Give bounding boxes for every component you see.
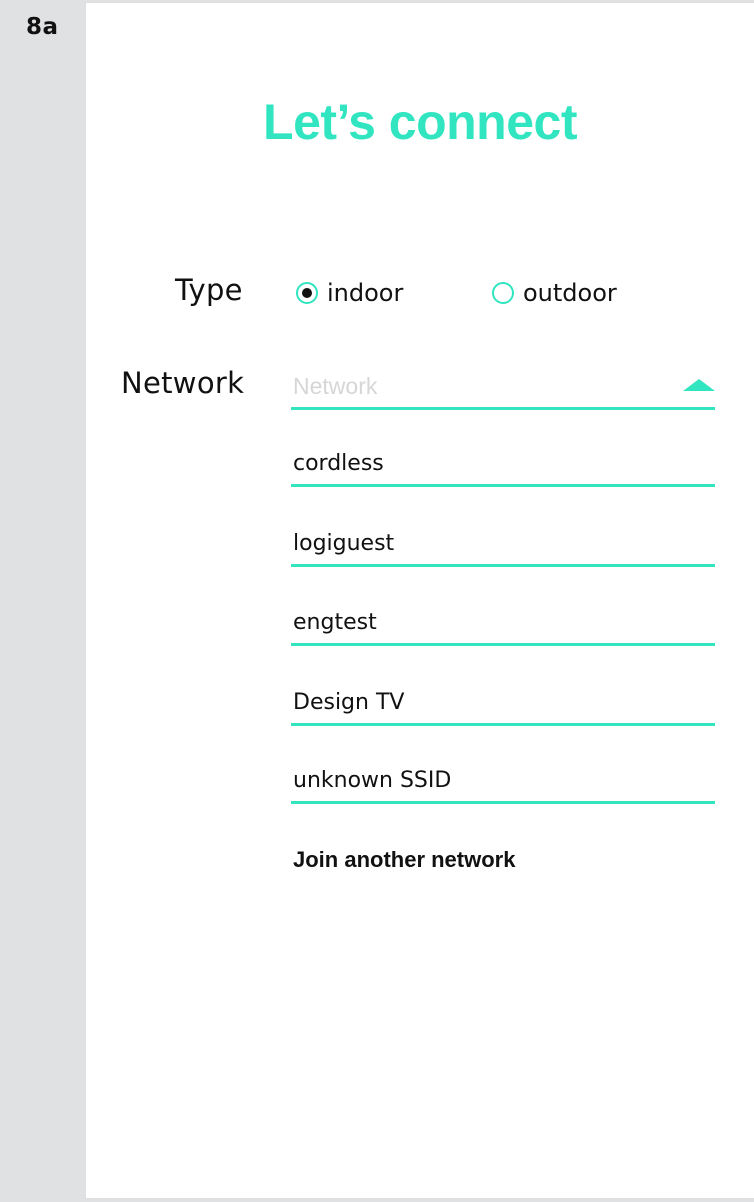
radio-unchecked-icon — [492, 282, 514, 304]
network-option-label: Design TV — [293, 690, 405, 715]
network-option-engtest[interactable]: engtest — [291, 607, 715, 646]
network-option-label: unknown SSID — [293, 768, 452, 793]
network-select-placeholder: Network — [293, 373, 378, 399]
network-option-logiguest[interactable]: logiguest — [291, 528, 715, 567]
network-option-design-tv[interactable]: Design TV — [291, 687, 715, 726]
network-option-label: logiguest — [293, 531, 395, 556]
network-option-label: engtest — [293, 610, 377, 635]
network-option-label: cordless — [293, 451, 384, 476]
network-option-unknown-ssid[interactable]: unknown SSID — [291, 765, 715, 804]
radio-outdoor[interactable]: outdoor — [492, 279, 617, 307]
type-label: Type — [175, 273, 243, 307]
connect-panel: Let’s connect Type indoor outdoor Networ… — [86, 3, 754, 1198]
radio-checked-icon — [296, 282, 318, 304]
radio-indoor[interactable]: indoor — [296, 279, 403, 307]
network-select[interactable]: Network — [291, 369, 715, 410]
network-option-cordless[interactable]: cordless — [291, 448, 715, 487]
chevron-up-icon[interactable] — [683, 379, 715, 391]
step-label: 8a — [26, 14, 59, 40]
page-title: Let’s connect — [263, 94, 577, 150]
radio-indoor-label: indoor — [327, 279, 404, 307]
join-another-network-link[interactable]: Join another network — [293, 847, 515, 873]
radio-outdoor-label: outdoor — [523, 279, 617, 307]
network-label: Network — [121, 366, 245, 400]
